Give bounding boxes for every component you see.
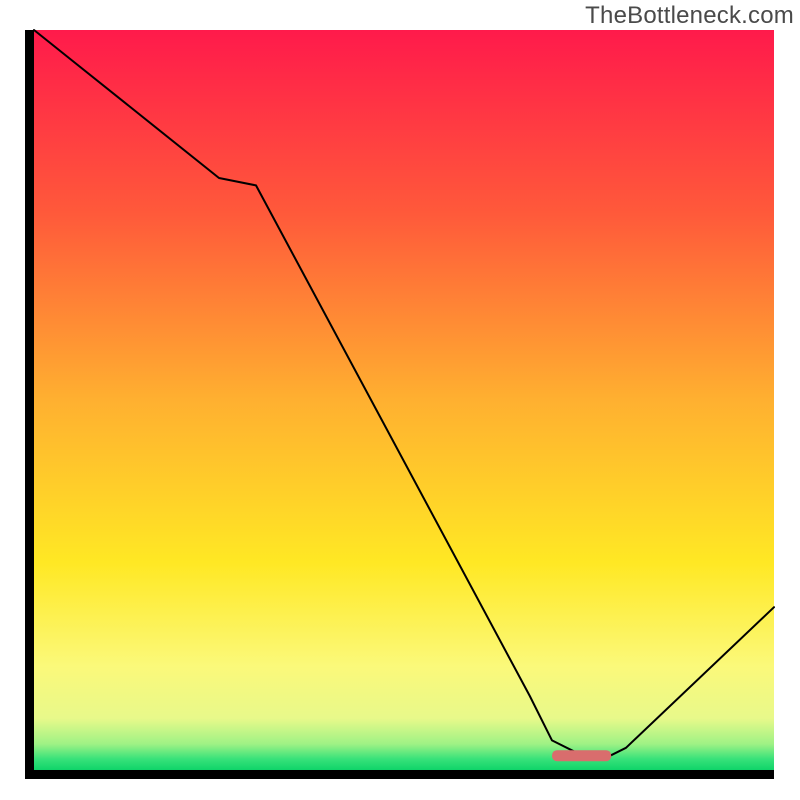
plot-background bbox=[34, 30, 774, 770]
watermark-text: TheBottleneck.com bbox=[585, 2, 794, 30]
x-axis bbox=[25, 770, 774, 779]
optimum-marker bbox=[552, 750, 611, 761]
bottleneck-chart: TheBottleneck.com bbox=[0, 0, 800, 800]
y-axis bbox=[25, 30, 34, 779]
chart-canvas bbox=[0, 0, 800, 800]
